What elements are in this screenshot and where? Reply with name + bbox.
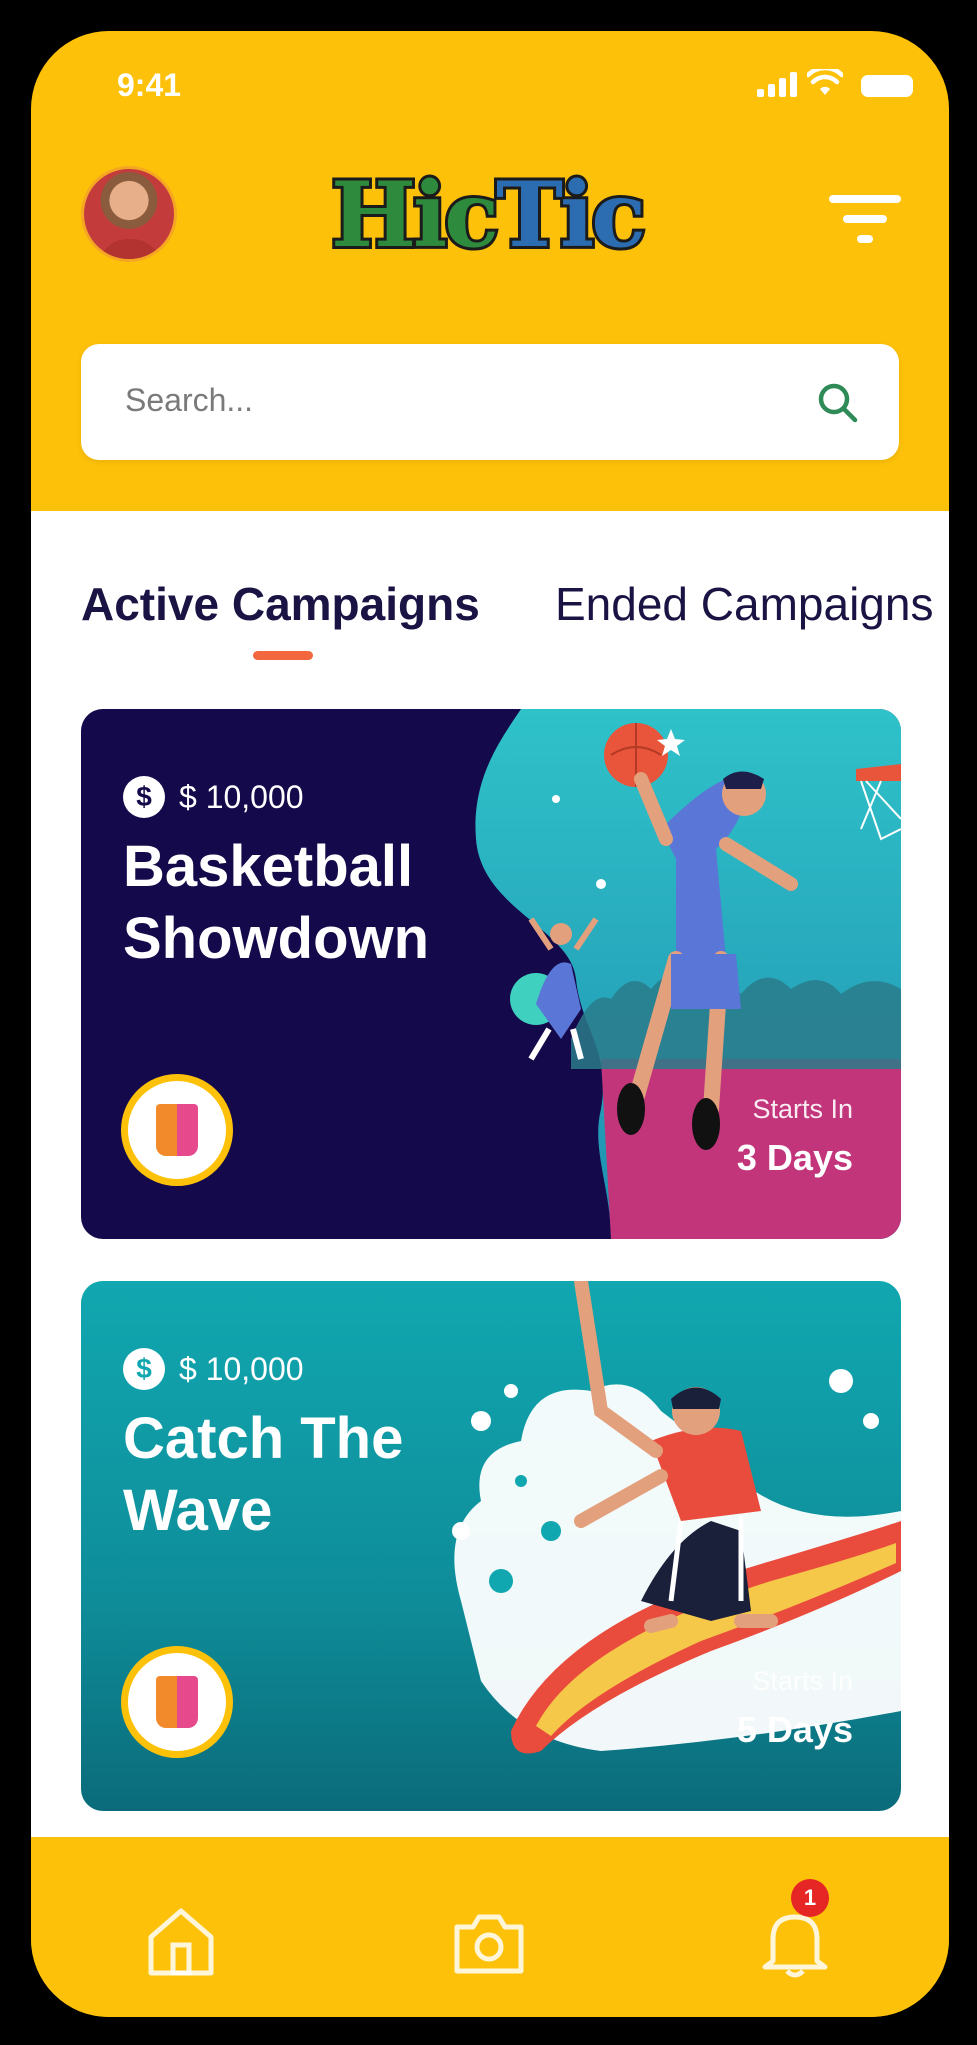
dollar-icon: $ [123, 1348, 165, 1390]
wifi-icon [807, 69, 843, 95]
search-bar[interactable]: Search... [81, 344, 899, 460]
starts-in-value: 3 Days [736, 1137, 853, 1178]
bottom-nav: 1 [31, 1837, 949, 2017]
campaign-card-surf[interactable]: $ $ 10,000 Catch The Wave Starts In 5 Da… [81, 1281, 901, 1811]
signal-icon [757, 71, 797, 97]
prize-amount-text: $ 10,000 [179, 1350, 304, 1387]
bell-icon[interactable] [755, 1901, 835, 1981]
status-bar: 9:41 [31, 31, 949, 131]
prize-amount-text: $ 10,000 [179, 778, 304, 815]
sponsor-logo [121, 1074, 233, 1186]
logo-text-hic: Hic [328, 159, 502, 271]
app-logo: Hic Tic [317, 159, 657, 271]
starts-in-label: Starts In [752, 1094, 853, 1124]
avatar[interactable] [81, 166, 177, 262]
filter-icon[interactable] [829, 191, 901, 247]
logo-text-tic: Tic [493, 159, 649, 271]
tab-active-campaigns[interactable]: Active Campaigns [81, 577, 480, 631]
campaign-card-basketball[interactable]: $ $ 10,000 Basketball Showdown Starts In… [81, 709, 901, 1239]
dollar-icon: $ [123, 776, 165, 818]
coffee-cup-icon [156, 1104, 198, 1156]
prize-amount: $ $ 10,000 [123, 776, 304, 818]
notification-badge: 1 [791, 1879, 829, 1917]
campaign-tabs: Active Campaigns Ended Campaigns [81, 577, 949, 637]
search-icon[interactable] [815, 380, 859, 424]
home-icon[interactable] [141, 1901, 221, 1981]
tab-ended-campaigns[interactable]: Ended Campaigns [555, 577, 933, 631]
prize-amount: $ $ 10,000 [123, 1348, 304, 1390]
status-time: 9:41 [117, 67, 182, 103]
active-tab-indicator [253, 651, 313, 660]
battery-icon [861, 75, 913, 97]
starts-in-value: 5 Days [736, 1709, 853, 1750]
phone-screen: 9:41 Hic Tic Search... Active Campaigns … [31, 31, 949, 2017]
main-content: Active Campaigns Ended Campaigns $ $ 10,… [31, 511, 949, 1933]
coffee-cup-icon [156, 1676, 198, 1728]
sponsor-logo [121, 1646, 233, 1758]
starts-in-label: Starts In [752, 1666, 853, 1696]
search-input[interactable]: Search... [125, 382, 253, 419]
campaign-title: Basketball Showdown [123, 834, 430, 971]
status-icons [757, 69, 913, 97]
campaign-title: Catch The Wave [123, 1406, 404, 1543]
camera-icon[interactable] [449, 1901, 529, 1981]
